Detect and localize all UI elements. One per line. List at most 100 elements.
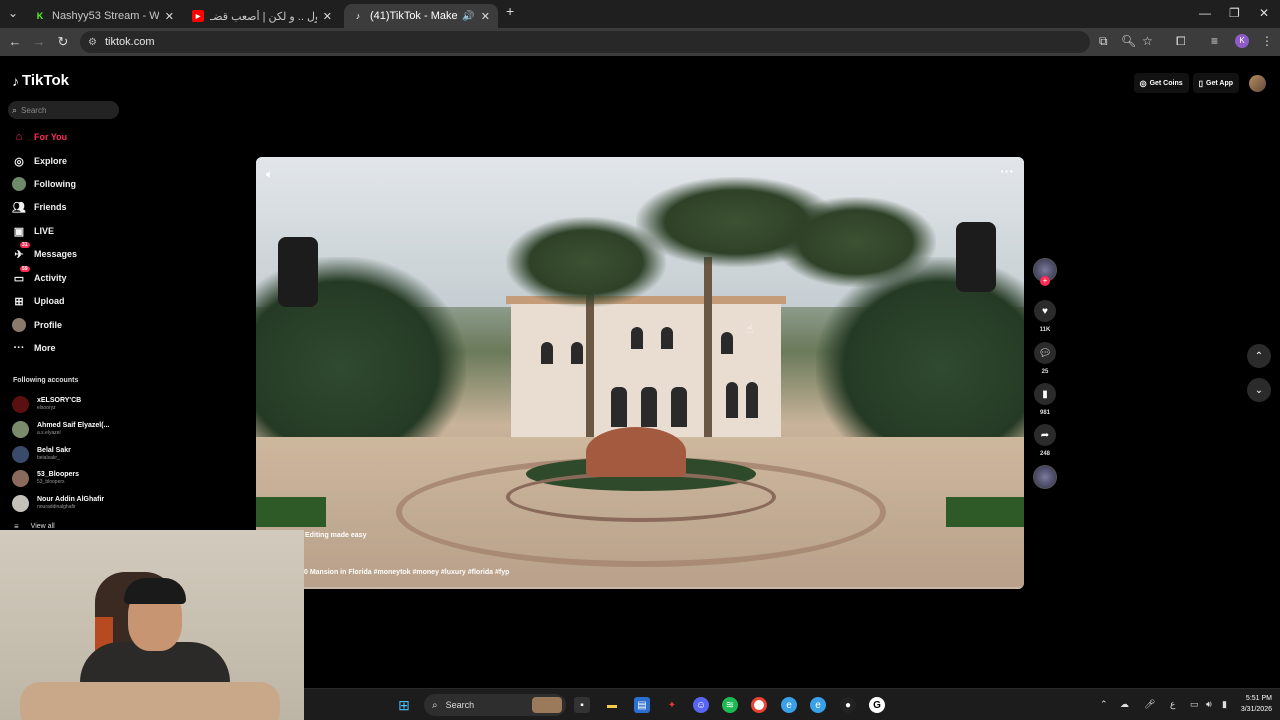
nav-following[interactable]: Following [12, 176, 76, 192]
tab-tiktok[interactable]: ♪ (41)TikTok - Make Your Day 🔊 ✕ [344, 4, 498, 28]
app-icon[interactable]: ✦ [664, 697, 680, 713]
account-name: Nour Addin AlGhafir [37, 495, 105, 503]
menu-icon[interactable]: ⋮ [1261, 34, 1273, 48]
video-progress-bar[interactable] [256, 587, 1024, 589]
video-player[interactable]: 🔈︎ ··· Editing made easy 0 Mansion in Fl… [256, 157, 1024, 589]
tab-search-icon[interactable]: ⌄ [8, 6, 18, 20]
network-icon[interactable]: ▭ [1190, 699, 1199, 710]
close-tab-icon[interactable]: ✕ [481, 10, 490, 23]
avatar [12, 445, 29, 463]
windows-taskbar: ⊞ ⌕ Search ▪ ▬ ▤ ✦ ☺ ≋ e e ● G ⌃ ☁ 🎤︎ ع … [304, 688, 1280, 720]
following-account[interactable]: Ahmed Saif Elyazel(... a.s.elyazel [12, 419, 109, 439]
following-account[interactable]: Belal Sakr belalsakr_ [12, 444, 71, 464]
volume-icon[interactable]: 🔊︎ [1206, 699, 1212, 710]
task-view-icon[interactable]: ▪ [574, 697, 590, 713]
minimize-icon[interactable]: — [1199, 6, 1211, 20]
cast-icon[interactable]: ⧉ [1099, 34, 1108, 49]
back-icon[interactable]: ← [3, 34, 27, 49]
new-tab-button[interactable]: + [506, 3, 514, 19]
user-avatar[interactable] [1249, 74, 1266, 92]
nav-messages[interactable]: ✈ 31 Messages [12, 242, 77, 262]
following-account[interactable]: Nour Addin AlGhafir nouraddinalghafir [12, 493, 104, 513]
tab-kick[interactable]: K Nashyy53 Stream - Watch Live o ✕ [26, 4, 182, 28]
app-g-icon[interactable]: G [869, 697, 885, 713]
address-text: tiktok.com [104, 36, 155, 48]
chevron-up-icon: ⌃ [1254, 350, 1264, 362]
microphone-icon[interactable]: 🎤︎ [1144, 699, 1155, 710]
speaker-icon[interactable]: 🔊 [462, 11, 474, 22]
taskbar-search-label: Search [445, 700, 475, 710]
restore-icon[interactable]: ❐ [1229, 6, 1240, 20]
search-icon: ⌕ [12, 104, 18, 115]
forward-icon[interactable]: → [27, 34, 51, 49]
save-button[interactable]: ▮ 981 [1033, 383, 1057, 416]
plaza-ring-inner [506, 472, 776, 522]
get-coins-button[interactable]: ◎ Get Coins [1133, 73, 1189, 93]
obs-icon[interactable]: ● [840, 697, 856, 713]
sound-disc-button[interactable] [1033, 465, 1057, 489]
close-window-icon[interactable]: ✕ [1259, 6, 1269, 20]
effect-label[interactable]: Editing made easy [305, 532, 366, 539]
search-highlight-icon [532, 697, 562, 713]
tiktok-icon: ♪ [355, 11, 361, 21]
windows-start-icon[interactable]: ⊞ [396, 697, 412, 713]
close-tab-icon[interactable]: ✕ [165, 10, 174, 23]
media-control-icon[interactable]: ≡ [1211, 34, 1218, 48]
store-icon[interactable]: ▤ [634, 697, 650, 713]
bookmark-star-icon[interactable]: ☆ [1142, 34, 1153, 48]
nav-profile[interactable]: Profile [12, 317, 62, 333]
tab-title: (41)TikTok - Make Your Day [370, 10, 458, 22]
address-bar[interactable]: ⚙ tiktok.com [80, 31, 1090, 53]
battery-icon[interactable]: ▮ [1222, 699, 1227, 710]
window [571, 342, 583, 364]
edge-icon[interactable]: e [781, 697, 797, 713]
previous-video-button[interactable]: ⌃ [1247, 344, 1271, 368]
tab-youtube[interactable]: ▶ ضد مجهول .. و لكن | أصعب قضـ ✕ [184, 4, 340, 28]
nav-upload[interactable]: ⊞ Upload [12, 293, 64, 309]
close-tab-icon[interactable]: ✕ [323, 10, 332, 23]
reload-icon[interactable]: ↻ [51, 34, 75, 50]
nav-friends[interactable]: 👥︎ Friends [12, 199, 67, 215]
comment-button[interactable]: 💬︎ 25 [1033, 342, 1057, 375]
profile-avatar[interactable]: K [1235, 34, 1249, 48]
zoom-icon[interactable]: 🔍︎ [1121, 34, 1136, 48]
get-app-button[interactable]: ▯ Get App [1192, 73, 1239, 93]
nav-for-you[interactable]: ⌂ For You [12, 129, 68, 145]
clock[interactable]: 5:51 PM 3/31/2026 [1241, 693, 1272, 715]
more-options-icon[interactable]: ··· [1000, 163, 1014, 179]
chrome-icon[interactable] [751, 697, 767, 713]
nav-activity[interactable]: ▭ 59 Activity [12, 266, 67, 286]
discord-icon[interactable]: ☺ [693, 697, 709, 713]
taskbar-search[interactable]: ⌕ Search [424, 694, 566, 716]
cloud-icon[interactable]: ☁ [1120, 699, 1129, 710]
spotify-icon[interactable]: ≋ [722, 697, 738, 713]
compass-icon: ◎ [14, 155, 24, 168]
tiktok-logo[interactable]: ♪ TikTok [12, 72, 69, 89]
follow-plus-icon[interactable]: + [1040, 276, 1050, 286]
language-indicator[interactable]: ع [1170, 699, 1175, 710]
following-account[interactable]: 53_Bloopers 53_bloopers [12, 468, 79, 488]
bookmark-icon: ▮ [1034, 383, 1056, 405]
extensions-icon[interactable]: ⧠ [1176, 34, 1186, 49]
nav-live[interactable]: ▣ LIVE [12, 223, 54, 239]
like-button[interactable]: ♥ 11K [1033, 300, 1057, 333]
file-explorer-icon[interactable]: ▬ [604, 697, 620, 713]
edge-icon[interactable]: e [810, 697, 826, 713]
more-icon: ··· [13, 342, 25, 354]
following-account[interactable]: xELSORY'CB elsooryz [12, 394, 81, 414]
volume-icon[interactable]: 🔈︎ [266, 167, 273, 182]
get-coins-label: Get Coins [1149, 79, 1183, 87]
nav-more[interactable]: ··· More [12, 340, 56, 356]
search-input[interactable]: ⌕ Search [8, 101, 119, 119]
nav-explore[interactable]: ◎ Explore [12, 153, 67, 169]
browser-tab-bar: ⌄ K Nashyy53 Stream - Watch Live o ✕ ▶ ض… [0, 0, 1280, 28]
author-avatar-button[interactable]: + [1033, 258, 1057, 286]
window [671, 387, 687, 427]
next-video-button[interactable]: ⌄ [1247, 378, 1271, 402]
share-button[interactable]: ➦ 248 [1033, 424, 1057, 457]
account-name: Belal Sakr [37, 446, 71, 454]
avatar [12, 494, 29, 512]
tray-chevron-icon[interactable]: ⌃ [1100, 699, 1108, 710]
logo-text: TikTok [22, 72, 69, 89]
site-info-icon[interactable]: ⚙ [88, 37, 97, 48]
